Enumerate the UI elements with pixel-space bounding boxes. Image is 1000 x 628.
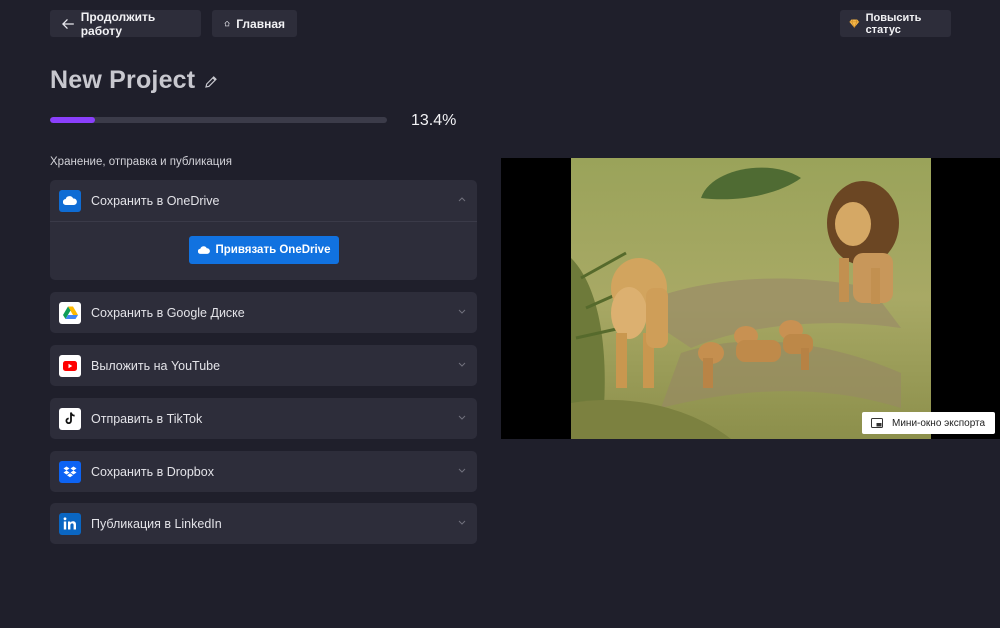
video-preview[interactable]	[501, 158, 1000, 439]
chevron-down-icon	[458, 468, 466, 473]
destination-header-linkedin[interactable]: Публикация в LinkedIn	[50, 503, 477, 544]
onedrive-panel: Привязать OneDrive	[50, 221, 477, 280]
video-frame-lions-image	[571, 158, 931, 439]
project-title: New Project	[50, 66, 196, 94]
home-label: Главная	[236, 16, 285, 31]
chevron-down-icon	[458, 415, 466, 420]
destination-header-tiktok[interactable]: Отправить в TikTok	[50, 398, 477, 439]
dropbox-icon	[59, 460, 81, 483]
home-icon	[224, 20, 230, 27]
export-progress-text: 13.4%	[411, 112, 457, 129]
linkedin-icon	[59, 512, 81, 535]
destination-header-google-drive[interactable]: Сохранить в Google Диске	[50, 292, 477, 333]
continue-work-label: Продолжить работу	[80, 9, 156, 38]
chevron-up-icon	[458, 197, 466, 202]
home-button[interactable]: Главная	[212, 10, 297, 37]
destination-header-dropbox[interactable]: Сохранить в Dropbox	[50, 451, 477, 492]
destination-card-dropbox[interactable]: Сохранить в Dropbox	[50, 451, 477, 492]
tiktok-icon	[59, 407, 81, 430]
upgrade-status-label: Повысить статус	[865, 11, 922, 36]
destination-card-tiktok[interactable]: Отправить в TikTok	[50, 398, 477, 439]
export-progress-bar	[50, 117, 387, 123]
mini-export-window-button[interactable]: Мини-окно экспорта	[862, 412, 995, 434]
destination-label-linkedin: Публикация в LinkedIn	[91, 516, 222, 531]
destination-label-onedrive: Сохранить в OneDrive	[91, 193, 220, 208]
destination-card-linkedin[interactable]: Публикация в LinkedIn	[50, 503, 477, 544]
chevron-down-icon	[458, 362, 466, 367]
destination-card-onedrive: Сохранить в OneDrive Привязать OneDrive	[50, 180, 477, 280]
mini-export-window-label: Мини-окно экспорта	[892, 417, 986, 429]
destination-label-google-drive: Сохранить в Google Диске	[91, 305, 245, 320]
google-drive-icon	[59, 301, 81, 324]
continue-work-button[interactable]: Продолжить работу	[50, 9, 201, 38]
destination-label-dropbox: Сохранить в Dropbox	[91, 464, 214, 479]
destination-label-youtube: Выложить на YouTube	[91, 358, 221, 373]
destination-header-onedrive[interactable]: Сохранить в OneDrive	[50, 180, 477, 221]
destination-card-google-drive[interactable]: Сохранить в Google Диске	[50, 292, 477, 333]
cloud-icon	[197, 246, 210, 254]
youtube-icon	[59, 354, 81, 377]
destination-label-tiktok: Отправить в TikTok	[91, 411, 203, 426]
link-onedrive-button[interactable]: Привязать OneDrive	[189, 236, 339, 264]
destination-header-youtube[interactable]: Выложить на YouTube	[50, 345, 477, 386]
export-progress-fill	[50, 117, 96, 123]
project-title-row: New Project	[50, 66, 218, 95]
chevron-down-icon	[458, 520, 466, 525]
link-onedrive-label: Привязать OneDrive	[215, 244, 331, 256]
chevron-down-icon	[458, 309, 466, 314]
destination-card-youtube[interactable]: Выложить на YouTube	[50, 345, 477, 386]
upgrade-status-button[interactable]: Повысить статус	[840, 10, 951, 37]
section-label: Хранение, отправка и публикация	[50, 156, 233, 168]
diamond-icon	[849, 19, 860, 29]
arrow-left-icon	[62, 18, 74, 29]
picture-in-picture-icon	[871, 418, 883, 428]
edit-pencil-icon[interactable]	[204, 75, 218, 89]
onedrive-icon	[59, 189, 81, 212]
